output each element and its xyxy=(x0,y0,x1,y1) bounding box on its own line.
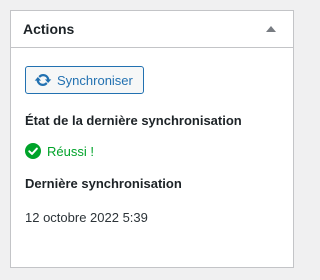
sync-status-text: Réussi ! xyxy=(47,143,94,159)
triangle-up-icon xyxy=(266,26,276,32)
collapse-toggle-button[interactable] xyxy=(259,17,283,41)
synchronize-button[interactable]: Synchroniser xyxy=(25,66,144,94)
panel-body: Synchroniser État de la dernière synchro… xyxy=(11,48,293,225)
check-circle-icon xyxy=(25,143,41,159)
actions-panel: Actions Synchroniser État de la dernière… xyxy=(10,10,294,268)
synchronize-button-label: Synchroniser xyxy=(57,72,133,88)
last-sync-state-heading: État de la dernière synchronisation xyxy=(25,113,242,128)
panel-header: Actions xyxy=(11,11,293,48)
sync-status: Réussi ! xyxy=(25,143,279,159)
last-sync-heading: Dernière synchronisation xyxy=(25,176,182,191)
sync-icon xyxy=(34,71,52,89)
panel-title: Actions xyxy=(23,21,75,37)
last-sync-date: 12 octobre 2022 5:39 xyxy=(25,210,148,225)
